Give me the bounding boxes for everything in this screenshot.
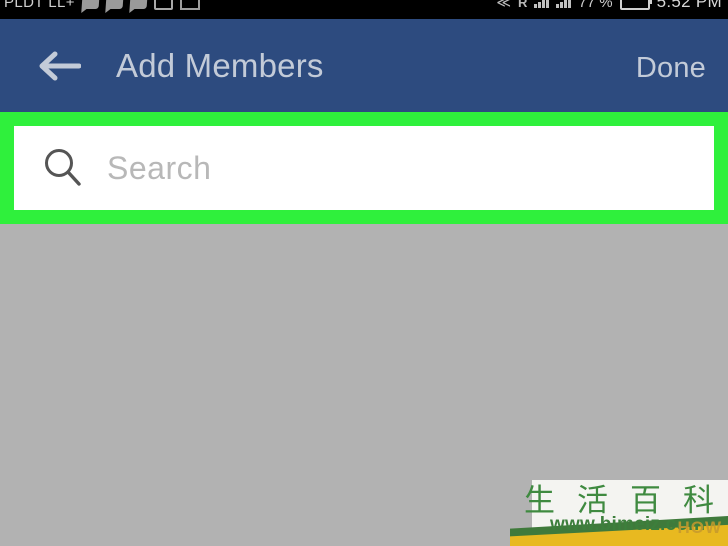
watermark: 生 活 百 科 www.bimeiz.com HOW: [510, 480, 728, 546]
status-bar: PLDT LL+ ≪ R 77 % 5:52 PM: [0, 0, 728, 19]
chat-icon: [81, 0, 100, 9]
chat-icon: [129, 0, 148, 9]
done-button[interactable]: Done: [636, 52, 706, 85]
signal-bars-icon: [556, 0, 572, 8]
signal-bars-icon: [534, 0, 550, 8]
status-bar-left-group: PLDT LL+: [4, 0, 200, 13]
carrier-label: PLDT LL+: [4, 0, 75, 11]
page-title: Add Members: [116, 47, 324, 84]
search-highlight-box: Search: [0, 112, 728, 224]
status-bar-right-group: ≪ R 77 % 5:52 PM: [496, 0, 722, 13]
chat-icon: [105, 0, 124, 9]
app-bar: Add Members Done: [0, 19, 728, 112]
mute-icon: ≪: [496, 0, 511, 10]
search-input[interactable]: Search: [14, 126, 714, 210]
image-icon: [153, 0, 173, 10]
search-placeholder: Search: [107, 149, 212, 186]
back-arrow-icon: [39, 51, 82, 81]
back-button[interactable]: [35, 49, 82, 83]
clock-label: 5:52 PM: [656, 0, 722, 11]
tray-icon: [179, 0, 200, 10]
phone-screen: PLDT LL+ ≪ R 77 % 5:52 PM Add Members Do…: [0, 0, 728, 546]
watermark-how-label: HOW: [677, 518, 722, 537]
roaming-icon: R: [517, 0, 528, 10]
battery-icon: [619, 0, 652, 10]
search-icon: [45, 149, 81, 186]
battery-percent-label: 77 %: [578, 0, 613, 11]
